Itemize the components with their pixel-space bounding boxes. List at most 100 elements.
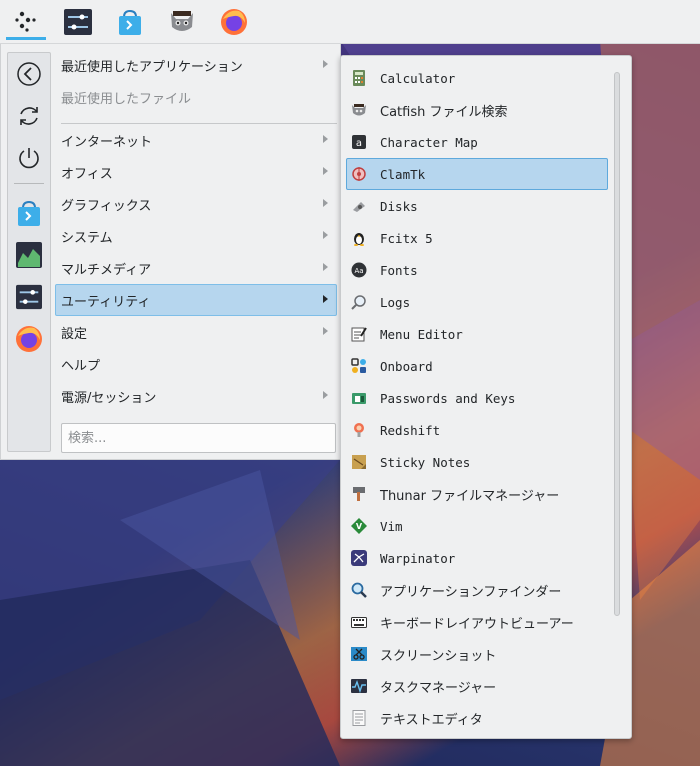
app-label: Menu Editor <box>380 326 463 342</box>
fonts-icon: Aa <box>351 262 367 278</box>
power-icon <box>19 148 39 169</box>
category-label: インターネット <box>61 134 153 150</box>
category-utilities[interactable]: ユーティリティ <box>55 284 337 316</box>
app-label: Passwords and Keys <box>380 390 516 406</box>
category-label: オフィス <box>61 166 113 182</box>
app-warpinator[interactable]: Warpinator <box>346 542 608 574</box>
chevron-right-icon <box>323 231 328 239</box>
utilities-submenu: Calculator Catfish ファイル検索 a Character Ma… <box>340 55 632 739</box>
app-label: キーボードレイアウトビューアー <box>380 616 574 632</box>
catfish-icon <box>351 102 367 118</box>
vim-icon: V <box>351 518 367 534</box>
application-launcher-button[interactable] <box>6 4 46 40</box>
app-onboard[interactable]: Onboard <box>346 350 608 382</box>
category-graphics[interactable]: グラフィックス <box>55 188 337 220</box>
app-redshift[interactable]: Redshift <box>346 414 608 446</box>
category-label: グラフィックス <box>61 198 152 214</box>
category-internet[interactable]: インターネット <box>55 124 337 156</box>
favorite-system-monitor[interactable] <box>13 239 45 271</box>
app-logs[interactable]: Logs <box>346 286 608 318</box>
category-recent-files: 最近使用したファイル <box>55 81 337 113</box>
app-text-editor[interactable]: テキストエディタ <box>346 702 608 734</box>
app-label: ClamTk <box>380 166 426 182</box>
chevron-right-icon <box>323 391 328 399</box>
app-label: Sticky Notes <box>380 454 471 470</box>
category-system[interactable]: システム <box>55 220 337 252</box>
submenu-scrollbar[interactable] <box>614 72 620 616</box>
app-fonts[interactable]: Aa Fonts <box>346 254 608 286</box>
app-disks[interactable]: Disks <box>346 190 608 222</box>
clamtk-icon <box>351 166 367 182</box>
app-calculator[interactable]: Calculator <box>346 62 608 94</box>
app-task-manager[interactable]: タスクマネージャー <box>346 670 608 702</box>
app-catfish[interactable]: Catfish ファイル検索 <box>346 94 608 126</box>
sliders-icon <box>64 9 92 35</box>
screenshot-icon <box>351 646 367 662</box>
app-keyboard-layout-viewer[interactable]: キーボードレイアウトビューアー <box>346 606 608 638</box>
software-store-button[interactable] <box>110 4 150 40</box>
disks-icon <box>351 198 367 214</box>
app-label: スクリーンショット <box>380 648 497 664</box>
favorite-software-store[interactable] <box>13 197 45 229</box>
warpinator-icon <box>351 550 367 566</box>
app-fcitx[interactable]: Fcitx 5 <box>346 222 608 254</box>
sidebar-separator <box>14 183 44 184</box>
app-vim[interactable]: V Vim <box>346 510 608 542</box>
category-label: 最近使用したファイル <box>61 91 192 107</box>
keyboard-icon <box>351 614 367 630</box>
chevron-right-icon <box>323 135 328 143</box>
category-help[interactable]: ヘルプ <box>55 348 337 380</box>
category-label: 設定 <box>61 326 88 342</box>
chevron-right-icon <box>323 199 328 207</box>
app-character-map[interactable]: a Character Map <box>346 126 608 158</box>
app-label: タスクマネージャー <box>380 680 497 696</box>
passwords-icon <box>351 390 367 406</box>
app-label: Catfish ファイル検索 <box>380 104 508 120</box>
app-screenshot[interactable]: スクリーンショット <box>346 638 608 670</box>
app-thunar[interactable]: Thunar ファイルマネージャー <box>346 478 608 510</box>
app-menu-editor[interactable]: Menu Editor <box>346 318 608 350</box>
restart-button[interactable] <box>13 100 45 132</box>
favorite-settings-manager[interactable] <box>13 281 45 313</box>
category-office[interactable]: オフィス <box>55 156 337 188</box>
task-manager-icon <box>351 678 367 694</box>
firefox-icon <box>221 9 247 35</box>
sticky-notes-icon <box>351 454 367 470</box>
firefox-button[interactable] <box>214 4 254 40</box>
chevron-right-icon <box>323 263 328 271</box>
app-application-finder[interactable]: アプリケーションファインダー <box>346 574 608 606</box>
character-map-icon: a <box>351 134 367 150</box>
category-label: ヘルプ <box>61 358 101 374</box>
app-sticky-notes[interactable]: Sticky Notes <box>346 446 608 478</box>
settings-manager-button[interactable] <box>58 4 98 40</box>
category-multimedia[interactable]: マルチメディア <box>55 252 337 284</box>
category-settings[interactable]: 設定 <box>55 316 337 348</box>
category-recent-apps[interactable]: 最近使用したアプリケーション <box>55 49 337 81</box>
menu-editor-icon <box>351 326 367 342</box>
category-power-session[interactable]: 電源/セッション <box>55 380 337 412</box>
search-input[interactable] <box>61 423 336 453</box>
logs-icon <box>351 294 367 310</box>
favorite-firefox[interactable] <box>13 323 45 355</box>
app-label: Calculator <box>380 70 456 86</box>
back-button[interactable] <box>13 58 45 90</box>
app-label: Fcitx 5 <box>380 230 433 246</box>
app-label: Redshift <box>380 422 441 438</box>
chevron-right-icon <box>323 167 328 175</box>
app-clamtk[interactable]: ClamTk <box>346 158 608 190</box>
app-passwords-keys[interactable]: Passwords and Keys <box>346 382 608 414</box>
store-bag-icon <box>18 200 40 226</box>
power-button[interactable] <box>13 142 45 174</box>
text-editor-icon <box>351 710 367 726</box>
svg-text:V: V <box>356 522 363 531</box>
catfish-search-button[interactable] <box>162 4 202 40</box>
app-label: Onboard <box>380 358 433 374</box>
svg-text:a: a <box>356 138 362 149</box>
app-label: Disks <box>380 198 418 214</box>
onboard-icon <box>351 358 367 374</box>
application-menu: 最近使用したアプリケーション 最近使用したファイル インターネット オフィス グ… <box>0 44 341 460</box>
firefox-icon <box>16 326 42 352</box>
app-label: Warpinator <box>380 550 456 566</box>
sliders-icon <box>16 284 42 310</box>
svg-text:Aa: Aa <box>354 267 363 275</box>
